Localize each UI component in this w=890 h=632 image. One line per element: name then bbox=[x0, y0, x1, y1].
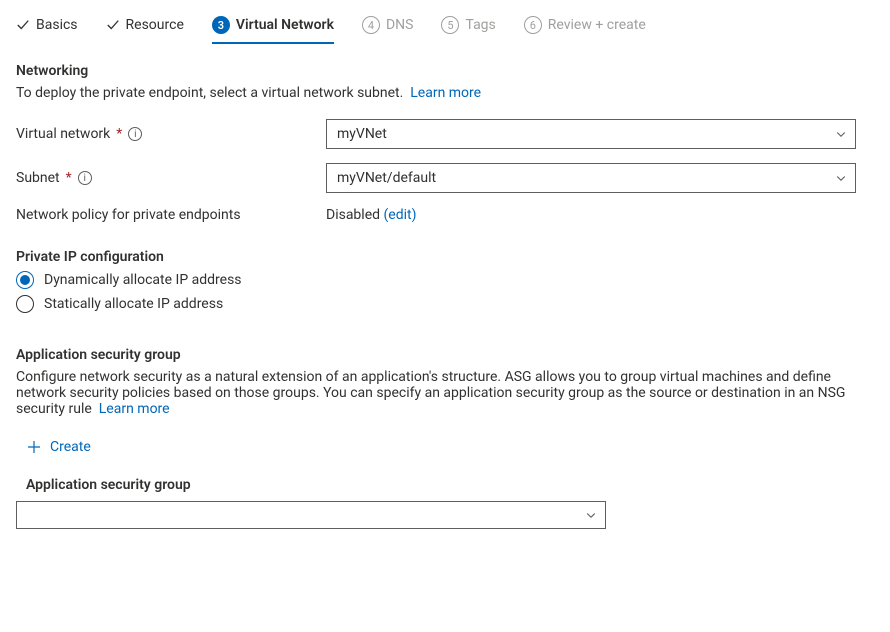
radio-static-ip-label: Statically allocate IP address bbox=[44, 296, 223, 312]
plus-icon bbox=[26, 439, 42, 455]
tab-resource[interactable]: Resource bbox=[106, 11, 184, 43]
radio-dynamic-ip-label: Dynamically allocate IP address bbox=[44, 272, 242, 288]
network-policy-value: Disabled bbox=[326, 207, 380, 223]
radio-dynamic-ip[interactable]: Dynamically allocate IP address bbox=[16, 271, 874, 289]
tab-basics[interactable]: Basics bbox=[16, 11, 78, 43]
radio-icon bbox=[16, 271, 34, 289]
subnet-select[interactable]: myVNet/default bbox=[326, 163, 856, 193]
virtual-network-label: Virtual network * i bbox=[16, 126, 326, 142]
ip-config-heading: Private IP configuration bbox=[16, 249, 874, 265]
wizard-tabs: Basics Resource 3 Virtual Network 4 DNS … bbox=[16, 0, 874, 45]
networking-heading: Networking bbox=[16, 63, 874, 79]
networking-description: To deploy the private endpoint, select a… bbox=[16, 85, 874, 101]
radio-icon bbox=[16, 295, 34, 313]
asg-learn-more-link[interactable]: Learn more bbox=[99, 401, 170, 417]
tab-basics-label: Basics bbox=[36, 17, 78, 33]
tab-tags[interactable]: 5 Tags bbox=[441, 10, 495, 44]
step-circle-icon: 4 bbox=[362, 16, 380, 34]
info-icon[interactable]: i bbox=[78, 171, 92, 185]
tab-resource-label: Resource bbox=[126, 17, 184, 33]
info-icon[interactable]: i bbox=[128, 127, 142, 141]
tab-review-create-label: Review + create bbox=[548, 17, 646, 33]
chevron-down-icon bbox=[835, 128, 847, 140]
tab-review-create[interactable]: 6 Review + create bbox=[524, 10, 646, 44]
check-icon bbox=[106, 18, 120, 32]
tab-virtual-network-label: Virtual Network bbox=[236, 17, 334, 33]
virtual-network-select[interactable]: myVNet bbox=[326, 119, 856, 149]
asg-create-label: Create bbox=[50, 439, 91, 455]
networking-learn-more-link[interactable]: Learn more bbox=[410, 85, 481, 101]
asg-column-header: Application security group bbox=[26, 477, 874, 493]
tab-tags-label: Tags bbox=[465, 17, 495, 33]
step-circle-icon: 3 bbox=[212, 16, 230, 34]
asg-create-button[interactable]: Create bbox=[26, 435, 91, 459]
asg-select[interactable] bbox=[16, 501, 606, 529]
network-policy-edit-link[interactable]: (edit) bbox=[384, 207, 417, 223]
required-indicator: * bbox=[116, 126, 122, 142]
step-circle-icon: 5 bbox=[441, 16, 459, 34]
subnet-value: myVNet/default bbox=[337, 170, 436, 186]
network-policy-label: Network policy for private endpoints bbox=[16, 207, 326, 223]
virtual-network-value: myVNet bbox=[337, 126, 387, 142]
step-circle-icon: 6 bbox=[524, 16, 542, 34]
radio-static-ip[interactable]: Statically allocate IP address bbox=[16, 295, 874, 313]
chevron-down-icon bbox=[835, 172, 847, 184]
chevron-down-icon bbox=[585, 509, 597, 521]
asg-description: Configure network security as a natural … bbox=[16, 369, 874, 417]
subnet-label: Subnet * i bbox=[16, 170, 326, 186]
asg-heading: Application security group bbox=[16, 347, 874, 363]
tab-virtual-network[interactable]: 3 Virtual Network bbox=[212, 10, 334, 44]
check-icon bbox=[16, 18, 30, 32]
required-indicator: * bbox=[66, 170, 72, 186]
tab-dns[interactable]: 4 DNS bbox=[362, 10, 414, 44]
tab-dns-label: DNS bbox=[386, 17, 414, 33]
